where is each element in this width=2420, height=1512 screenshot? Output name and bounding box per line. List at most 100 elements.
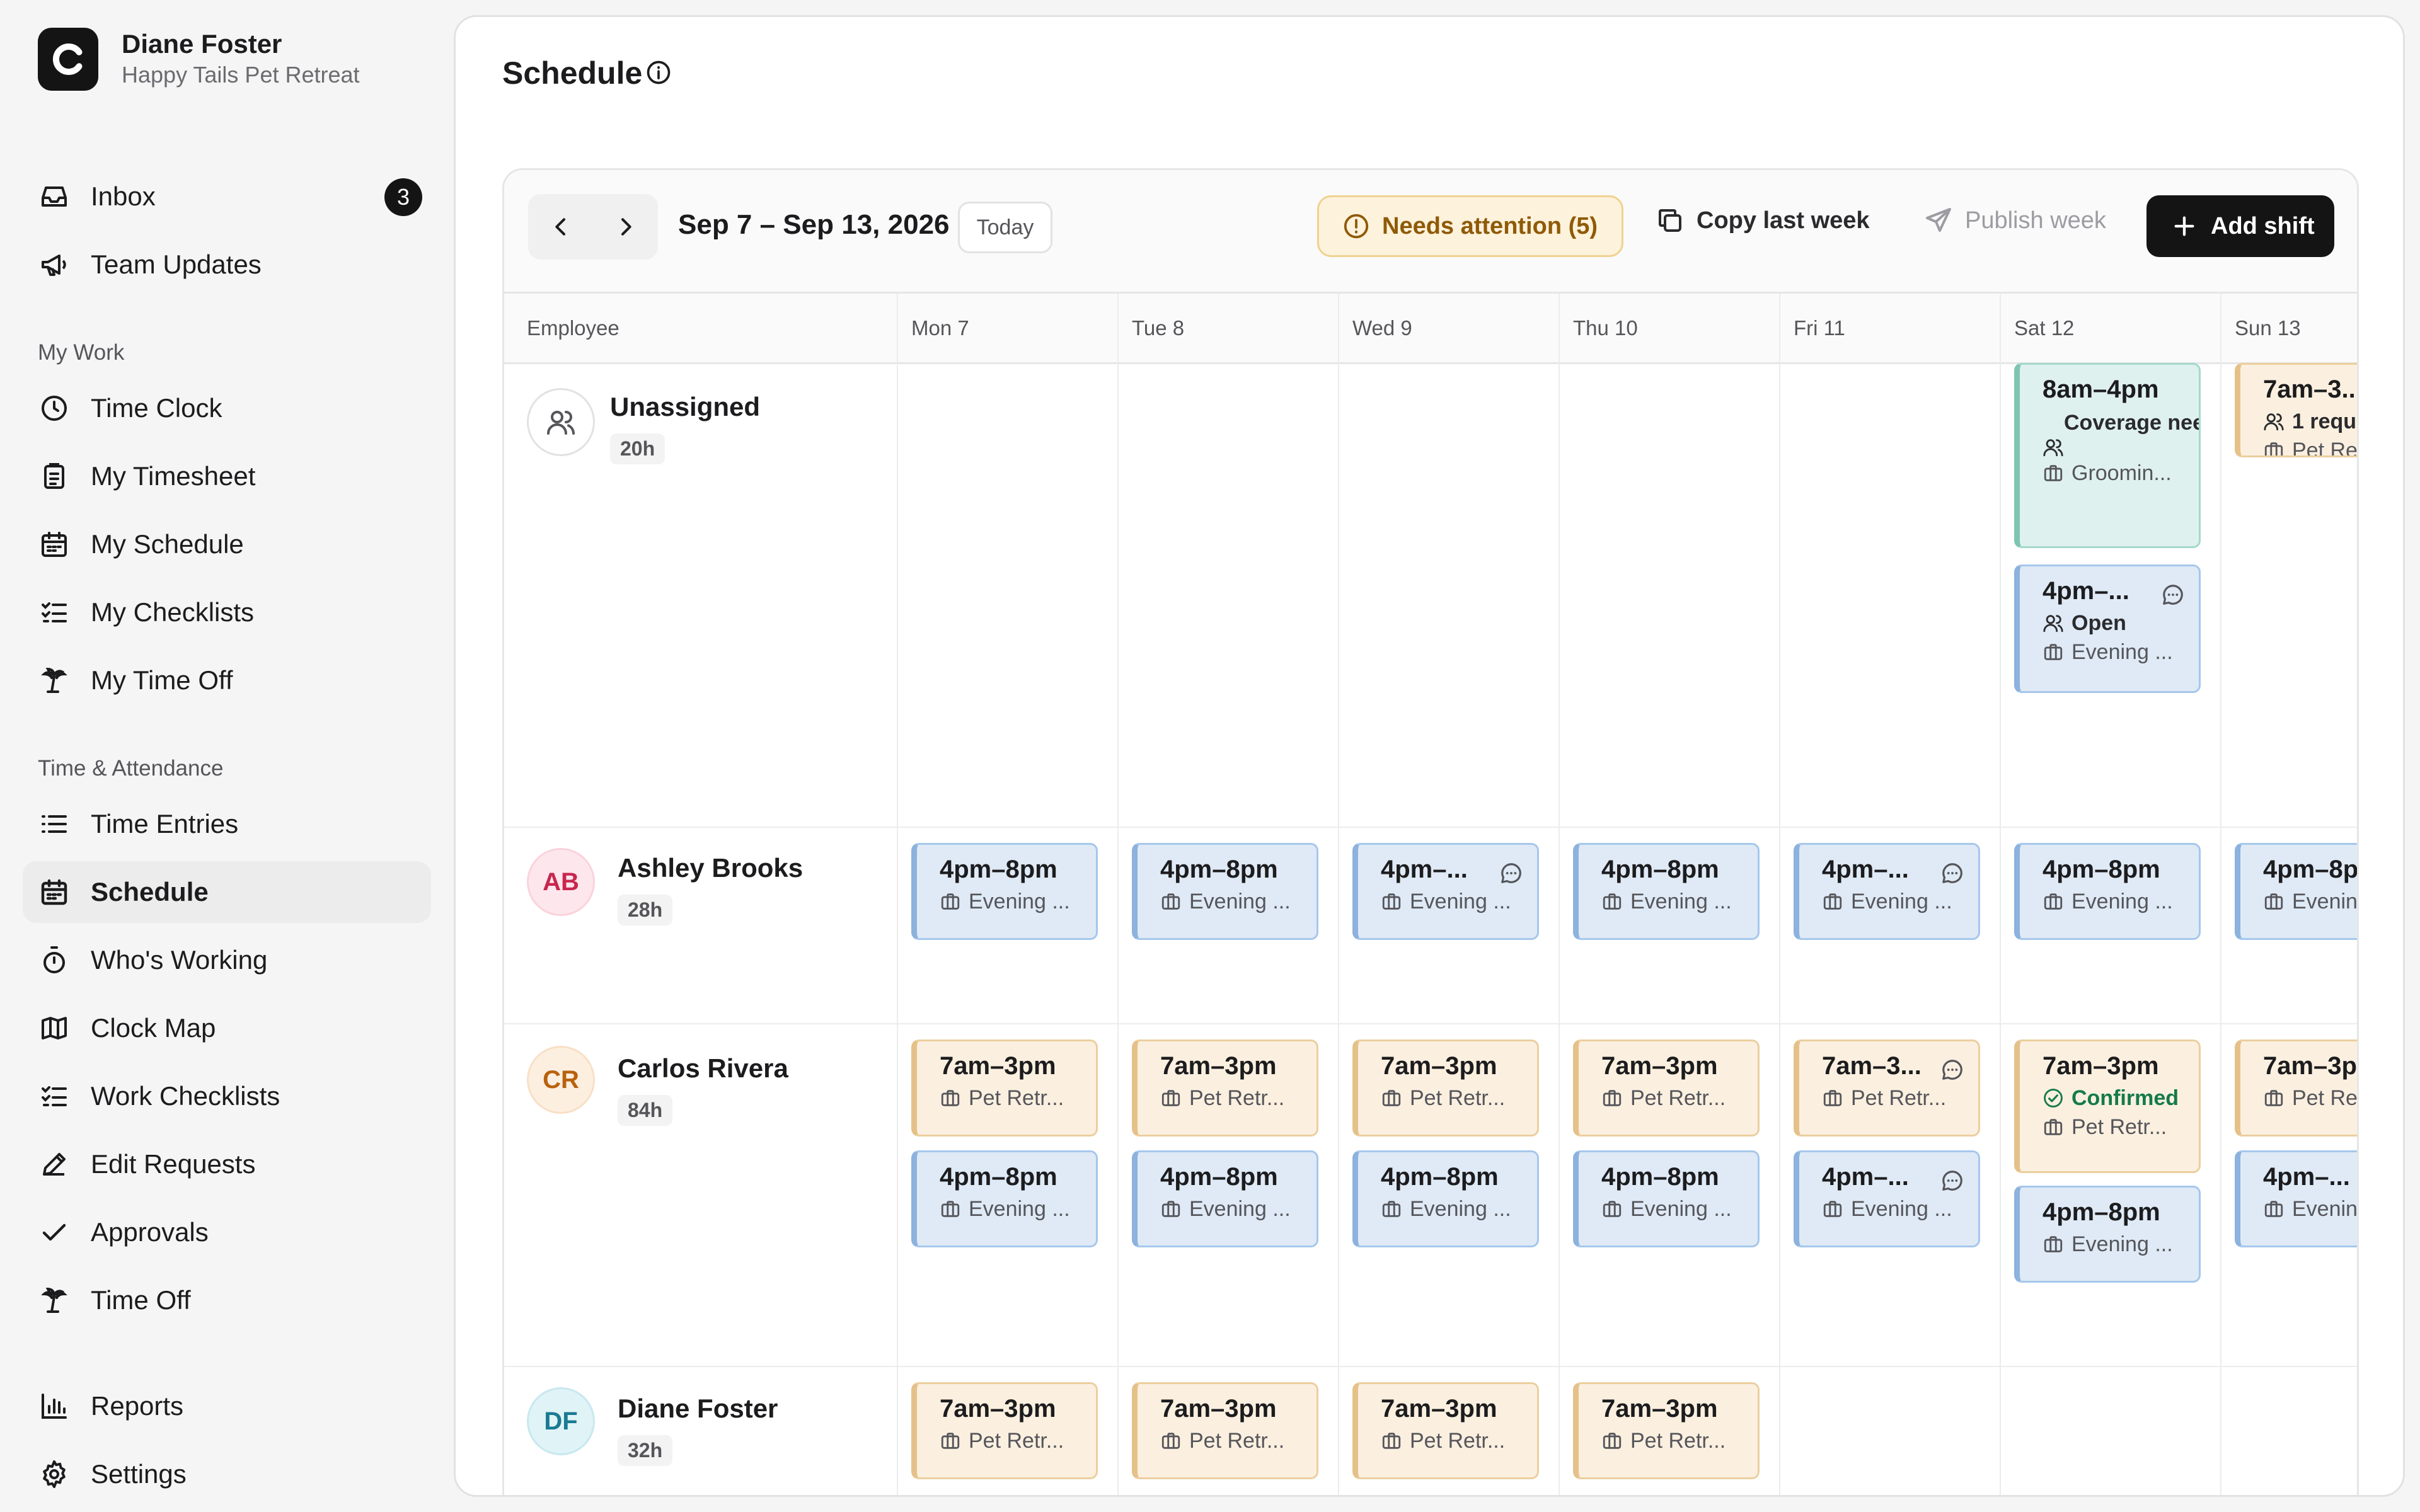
comment-icon[interactable]: [1940, 861, 1964, 885]
shift-card[interactable]: 7am–3pm Pet Retr...: [911, 1040, 1098, 1137]
location-label: Evenin: [2292, 890, 2358, 914]
shift-card[interactable]: 7am–3pm Pet Retr...: [1132, 1040, 1318, 1137]
grid-header: Employee Mon 7 Tue 8 Wed 9 Thu 10 Fri 11…: [504, 294, 2357, 364]
schedule-toolbar: Sep 7 – Sep 13, 2026 Today Needs attenti…: [504, 170, 2357, 294]
comment-icon[interactable]: [1940, 1169, 1964, 1193]
shift-card[interactable]: 4pm–... Evening ...: [1794, 1150, 1980, 1247]
nav-settings[interactable]: Settings: [23, 1443, 431, 1505]
nav-time-entries[interactable]: Time Entries: [23, 793, 431, 855]
shift-time: 7am–3pm: [1381, 1052, 1497, 1080]
shift-card[interactable]: 4pm–8pm Evening ...: [1352, 1150, 1539, 1247]
shift-card[interactable]: 7am–3pm Pet Retr...: [1132, 1382, 1318, 1479]
shift-location: Pet Retr...: [1601, 1427, 1758, 1455]
shift-location: Evening ...: [1381, 1195, 1537, 1223]
shift-card[interactable]: 4pm–... Evening ...: [1794, 843, 1980, 940]
shift-card[interactable]: 7am–3pm Pet Retr...: [911, 1382, 1098, 1479]
prev-week-button[interactable]: [528, 194, 593, 260]
shift-card[interactable]: 7am–3pm Pet Retr...: [1352, 1040, 1539, 1137]
shift-card[interactable]: 4pm–8pm Evening ...: [911, 1150, 1098, 1247]
shift-location: Pet Retr...: [1160, 1084, 1317, 1112]
shift-time: 4pm–8pm: [1160, 856, 1278, 883]
shift-card[interactable]: 4pm–... Open Evening ...: [2014, 564, 2201, 693]
col-day[interactable]: Fri 11: [1794, 316, 1845, 340]
comment-icon[interactable]: [1940, 1058, 1964, 1082]
today-button[interactable]: Today: [958, 202, 1052, 253]
nav-whos-working[interactable]: Who's Working: [23, 929, 431, 991]
nav-team-updates[interactable]: Team Updates: [23, 234, 431, 295]
nav-time-off[interactable]: Time Off: [23, 1269, 431, 1331]
shift-location: Pet Retr...: [1160, 1427, 1317, 1455]
avatar: AB: [527, 848, 595, 916]
location-label: Pet Retr...: [1189, 1429, 1285, 1453]
nav-my-checklists[interactable]: My Checklists: [23, 581, 431, 643]
shift-card[interactable]: 7am–3... 1 requ Pet Re: [2235, 363, 2357, 457]
shift-location: Evening ...: [940, 888, 1096, 915]
location-label: Pet Retr...: [2071, 1115, 2167, 1139]
nav-clock-map-label: Clock Map: [91, 1013, 216, 1043]
shift-card[interactable]: 4pm–8pm Evening ...: [911, 843, 1098, 940]
org-logo[interactable]: [38, 28, 98, 91]
publish-week-button[interactable]: Publish week: [1923, 205, 2106, 236]
col-day[interactable]: Tue 8: [1132, 316, 1184, 340]
comment-icon[interactable]: [2161, 583, 2185, 607]
shift-card[interactable]: 4pm–8pm Evening ...: [1573, 843, 1760, 940]
shift-card[interactable]: 4pm–8pm Evening ...: [1132, 1150, 1318, 1247]
copy-last-week-label: Copy last week: [1697, 207, 1870, 234]
shift-time: 4pm–8pm: [940, 1163, 1057, 1191]
location-label: Evening ...: [2071, 640, 2173, 664]
shift-card[interactable]: 7am–3p Pet Re: [2235, 1040, 2357, 1137]
nav-work-checklists[interactable]: Work Checklists: [23, 1065, 431, 1127]
nav-edit-requests[interactable]: Edit Requests: [23, 1133, 431, 1195]
col-day[interactable]: Mon 7: [911, 316, 969, 340]
add-shift-button[interactable]: Add shift: [2146, 195, 2334, 257]
employee-hours: 28h: [618, 895, 673, 925]
col-day[interactable]: Thu 10: [1573, 316, 1638, 340]
users-icon: [2043, 612, 2064, 634]
needs-attention-button[interactable]: Needs attention (5): [1317, 195, 1623, 257]
info-icon[interactable]: [645, 59, 672, 86]
shift-card[interactable]: 7am–3pm Pet Retr...: [1573, 1040, 1760, 1137]
nav-approvals[interactable]: Approvals: [23, 1201, 431, 1263]
shift-card[interactable]: 4pm–... Evening ...: [1352, 843, 1539, 940]
nav-my-schedule[interactable]: My Schedule: [23, 513, 431, 575]
shift-card[interactable]: 7am–3pm Confirmed Pet Retr...: [2014, 1040, 2201, 1173]
shift-card[interactable]: 4pm–8p Evenin: [2235, 843, 2358, 940]
avatar: DF: [527, 1387, 595, 1455]
schedule-grid: Sep 7 – Sep 13, 2026 Today Needs attenti…: [502, 168, 2359, 1495]
nav-time-clock[interactable]: Time Clock: [23, 377, 431, 439]
copy-last-week-button[interactable]: Copy last week: [1655, 205, 1870, 236]
employee-name[interactable]: Diane Foster: [618, 1394, 778, 1424]
nav-my-time-off[interactable]: My Time Off: [23, 650, 431, 711]
col-day[interactable]: Sun 13: [2235, 316, 2301, 340]
next-week-button[interactable]: [593, 194, 658, 260]
shift-card[interactable]: 4pm–... Evenin: [2235, 1150, 2357, 1247]
plus-icon: [2172, 214, 2197, 239]
col-employee: Employee: [527, 316, 619, 340]
shift-card[interactable]: 7am–3pm Pet Retr...: [1573, 1382, 1760, 1479]
needs-attention-label: Needs attention (5): [1382, 212, 1598, 239]
comment-icon[interactable]: [1499, 861, 1523, 885]
employee-name[interactable]: Unassigned: [610, 392, 760, 422]
col-day[interactable]: Wed 9: [1352, 316, 1412, 340]
col-day[interactable]: Sat 12: [2014, 316, 2074, 340]
palm-tree-icon: [38, 1284, 71, 1317]
shift-card[interactable]: 4pm–8pm Evening ...: [1573, 1150, 1760, 1247]
shift-card[interactable]: 4pm–8pm Evening ...: [1132, 843, 1318, 940]
nav-inbox[interactable]: Inbox 3: [23, 166, 431, 227]
logo-c-icon: [52, 43, 83, 75]
employee-name[interactable]: Ashley Brooks: [618, 853, 803, 883]
employee-name[interactable]: Carlos Rivera: [618, 1053, 788, 1084]
calendar-icon: [38, 528, 71, 561]
shift-card[interactable]: 4pm–8pm Evening ...: [2014, 843, 2201, 940]
copy-icon: [1655, 205, 1685, 236]
nav-my-timesheet[interactable]: My Timesheet: [23, 445, 431, 507]
location-label: Evening ...: [1851, 1197, 1952, 1221]
nav-reports[interactable]: Reports: [23, 1375, 431, 1437]
shift-card[interactable]: 7am–3... Pet Retr...: [1794, 1040, 1980, 1137]
inbox-badge: 3: [384, 178, 422, 216]
shift-card[interactable]: 8am–4pm Coverage needed · 1 request Groo…: [2014, 363, 2201, 548]
nav-schedule[interactable]: Schedule: [23, 861, 431, 923]
nav-clock-map[interactable]: Clock Map: [23, 997, 431, 1059]
shift-card[interactable]: 7am–3pm Pet Retr...: [1352, 1382, 1539, 1479]
shift-card[interactable]: 4pm–8pm Evening ...: [2014, 1186, 2201, 1283]
